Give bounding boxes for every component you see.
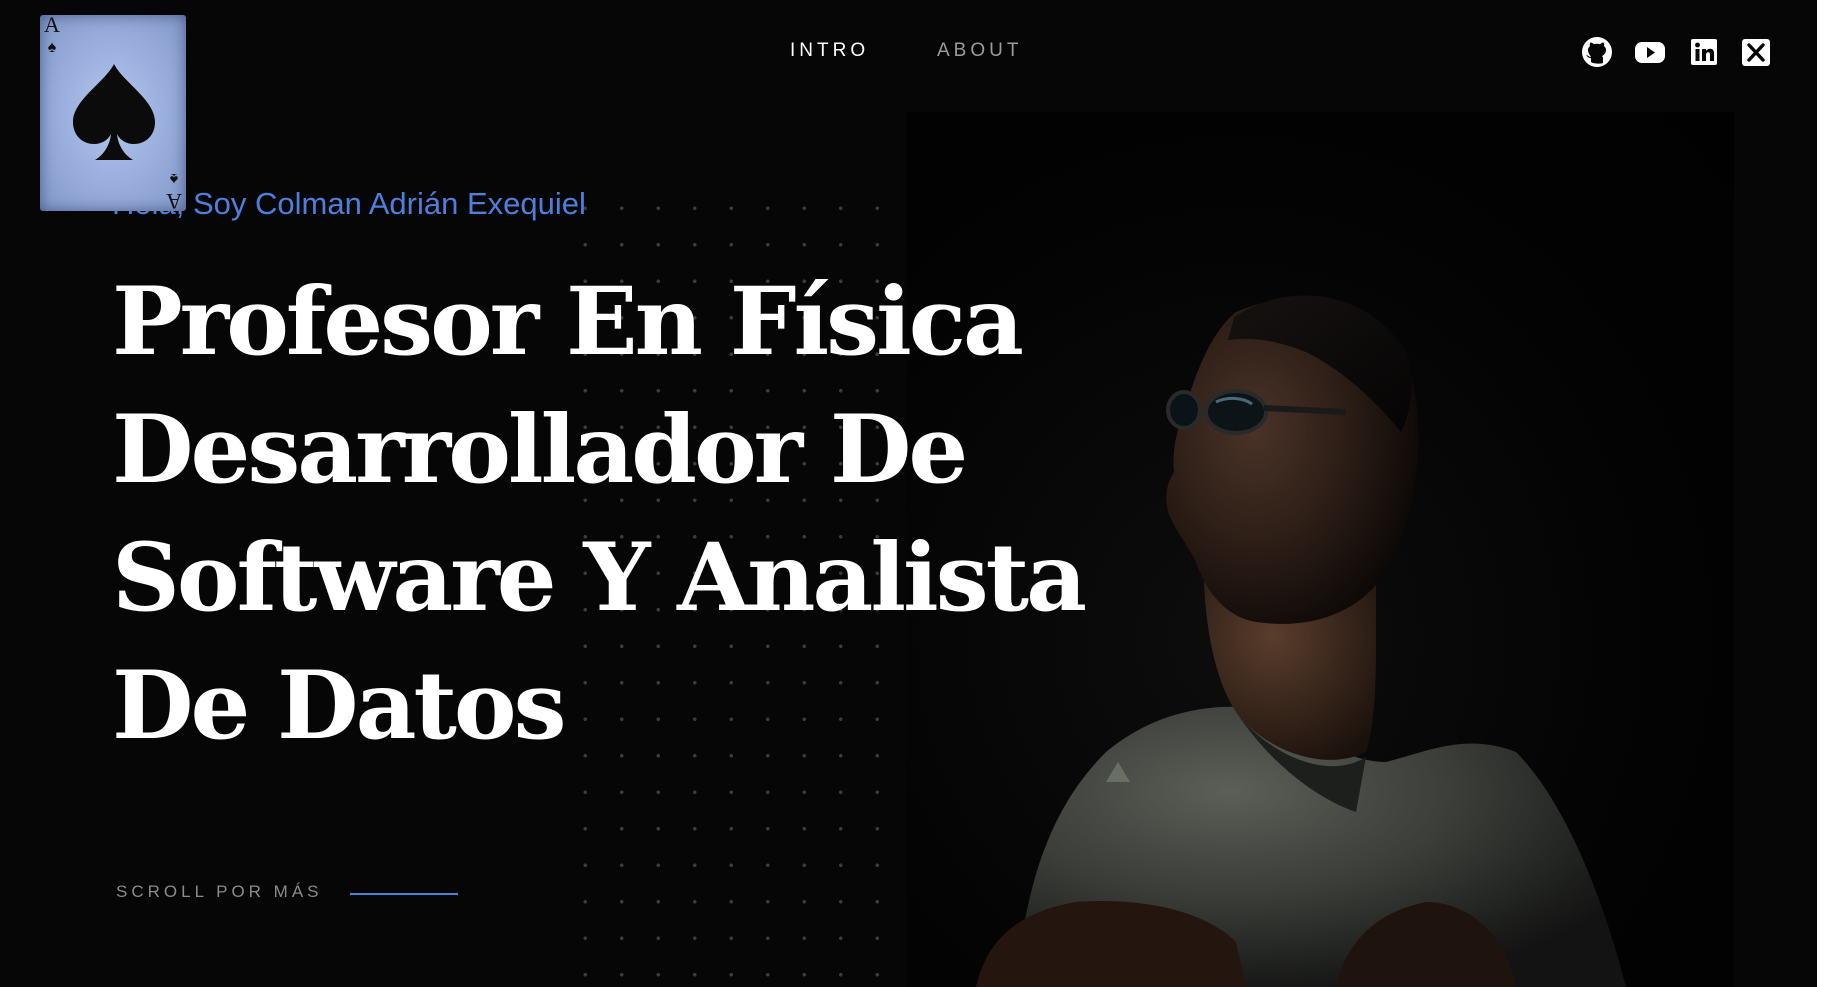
headline-line-2: Desarrollador De: [112, 395, 968, 505]
social-links: [1557, 36, 1817, 70]
youtube-icon[interactable]: [1634, 36, 1666, 68]
page: INTRO ABOUT Hola, Soy Colman Adrián Exeq…: [0, 0, 1817, 987]
headline-line-3: Software Y Analista: [112, 523, 1087, 633]
linkedin-icon[interactable]: [1688, 36, 1720, 68]
ace-of-spades-logo[interactable]: A ♠ A ♠: [40, 15, 186, 211]
scroll-indicator-line: [350, 893, 458, 895]
headline-line-1: Profesor En Física: [112, 267, 1024, 377]
nav-link-intro[interactable]: INTRO: [790, 40, 869, 62]
nav-link-about[interactable]: ABOUT: [937, 40, 1022, 62]
scroll-more-link[interactable]: SCROLL POR MÁS: [116, 882, 323, 902]
card-rank-bottom: A ♠: [166, 170, 182, 211]
spade-icon: [73, 64, 155, 160]
top-navigation: INTRO ABOUT: [0, 40, 1817, 70]
scrollbar[interactable]: [1817, 0, 1831, 987]
headline-line-4: De Datos: [112, 651, 567, 761]
x-icon[interactable]: [1740, 36, 1772, 68]
card-rank-top: A ♠: [44, 15, 60, 56]
hero-headline: Profesor En Física Desarrollador De Soft…: [112, 258, 1087, 770]
github-icon[interactable]: [1581, 36, 1613, 68]
